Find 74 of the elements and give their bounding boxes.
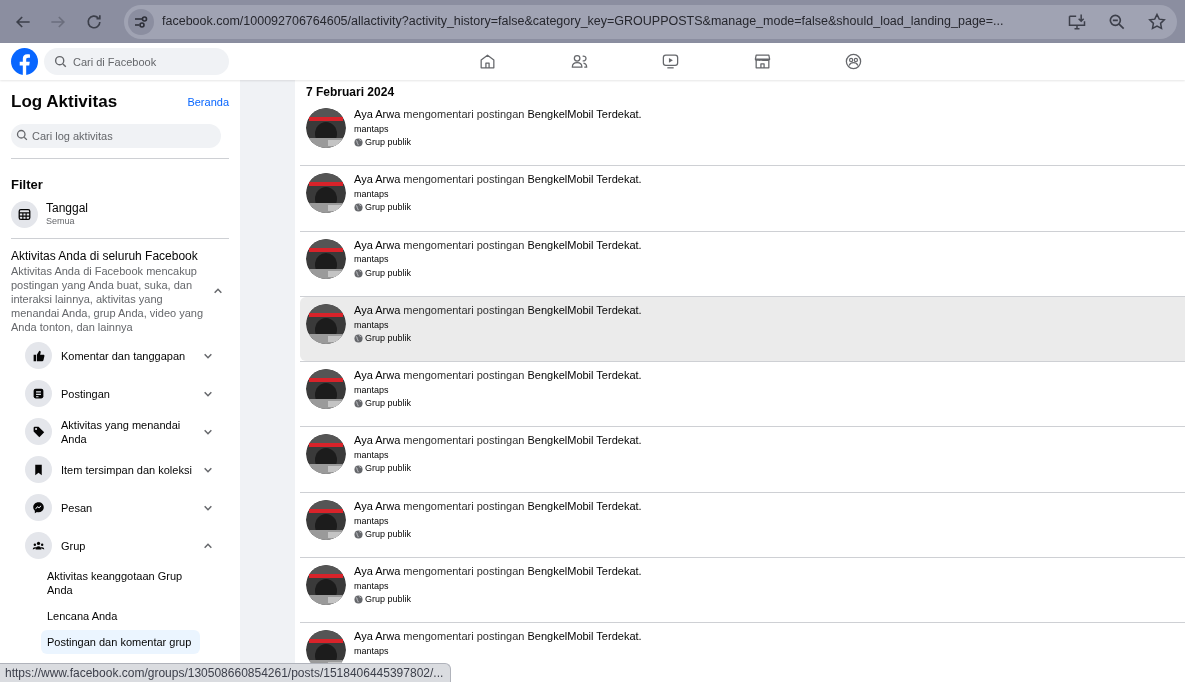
activity-text[interactable]: Aya Arwa mengomentari postingan BengkelMobil Terdekat. (354, 565, 642, 579)
chevron-up-icon[interactable] (213, 286, 223, 296)
globe-icon (354, 334, 363, 343)
comment-text: mantaps (354, 450, 390, 462)
site-info-icon[interactable] (128, 8, 154, 35)
search-field[interactable]: Cari log aktivitas (11, 124, 221, 148)
section-description: Aktivitas Anda di Facebook mencakup postingan yang Anda buat, suka, dan interaksi lainnya, aktivitas yang menandai Anda, grup Anda, video yang Anda tonton, dan lainnya (11, 263, 205, 334)
messenger-icon (25, 494, 52, 521)
category-item[interactable]: Komentar dan tanggapan (11, 339, 229, 372)
activity-text[interactable]: Aya Arwa mengomentari postingan BengkelMobil Terdekat. (354, 499, 642, 514)
activity-text[interactable]: Aya Arwa mengomentari postingan BengkelMobil Terdekat. (354, 303, 642, 318)
globe-icon (354, 399, 363, 409)
filter-value: Semua (46, 215, 76, 228)
activity-row[interactable]: Aya Arwa mengomentari postingan BengkelMobil Terdekat. mantaps Grup publik (300, 295, 1185, 362)
home-icon[interactable] (478, 52, 497, 71)
section-title: Aktivitas Anda di seluruh Facebook (11, 248, 199, 264)
audience-label: Grup publik (365, 594, 412, 606)
search-icon (54, 55, 67, 68)
activity-text[interactable]: Aya Arwa mengomentari postingan BengkelMobil Terdekat. (354, 630, 642, 645)
calendar-icon (11, 200, 38, 228)
friends-icon[interactable] (569, 52, 589, 71)
category-item[interactable]: Aktivitas yang menandai Anda (11, 415, 229, 448)
audience-label: Grup publik (365, 398, 412, 410)
home-link[interactable]: Beranda (187, 93, 229, 110)
comment-text: mantaps (354, 515, 390, 527)
comment-text: mantaps (354, 384, 390, 397)
search-icon (16, 129, 28, 141)
group-icon (25, 532, 52, 559)
activity-text[interactable]: Aya Arwa mengomentari postingan BengkelMobil Terdekat. (354, 238, 642, 253)
globe-icon (354, 203, 363, 213)
globe-icon (354, 464, 363, 474)
date-filter[interactable]: Tanggal Semua (11, 200, 229, 228)
audience-label: Grup publik (365, 267, 412, 279)
globe-icon (354, 529, 363, 539)
like-icon (25, 342, 52, 369)
comment-text: mantaps (354, 319, 390, 331)
category-item[interactable]: Pesan (11, 491, 229, 524)
globe-icon (354, 138, 363, 148)
facebook-logo-icon[interactable] (11, 48, 38, 75)
globe-icon (354, 595, 363, 605)
audience-label: Grup publik (365, 202, 412, 214)
subcategory-item[interactable]: Postingan dan komentar grup (41, 629, 200, 654)
tag-icon (25, 418, 52, 445)
filter-label: Tanggal (46, 200, 89, 216)
page-title: Log Aktivitas (11, 92, 118, 112)
globe-icon (354, 268, 363, 278)
search-field[interactable]: Cari di Facebook (44, 48, 229, 75)
activity-text[interactable]: Aya Arwa mengomentari postingan BengkelMobil Terdekat. (354, 108, 642, 122)
bookmark-icon (25, 456, 52, 483)
category-item[interactable]: Grup (11, 529, 229, 562)
audience-label: Grup publik (365, 528, 412, 541)
address-bar[interactable]: facebook.com/100092706764605/allactivity?activity_history=false&category_key=GROUPPOSTS&manage_mode=false&should_load_landing_page=... (124, 4, 1177, 39)
category-item[interactable]: Item tersimpan dan koleksi (11, 453, 229, 486)
comment-text: mantaps (354, 646, 390, 658)
date-heading: 7 Februari 2024 (305, 84, 396, 100)
gaming-icon[interactable] (844, 52, 863, 71)
store-icon[interactable] (752, 52, 772, 71)
activity-text[interactable]: Aya Arwa mengomentari postingan BengkelMobil Terdekat. (354, 173, 642, 188)
filter-heading: Filter (11, 176, 44, 194)
comment-text: mantaps (354, 123, 390, 135)
status-bar: https://www.facebook.com/groups/130508660854261/posts/1518406445397802/... (0, 663, 451, 682)
comment-text: mantaps (354, 189, 390, 201)
comment-text: mantaps (354, 580, 390, 593)
url-text: facebook.com/100092706764605/allactivity?activity_history=false&category_key=GROUPPOSTS&manage_mode=false&should_load_landing_page=... (162, 13, 1004, 31)
category-item[interactable]: Postingan (11, 377, 229, 410)
post-icon (25, 380, 52, 407)
video-icon[interactable] (661, 52, 680, 71)
audience-label: Grup publik (365, 137, 412, 149)
comment-text: mantaps (354, 254, 390, 266)
audience-label: Grup publik (365, 463, 412, 475)
bookmark-star-icon[interactable] (1147, 11, 1167, 32)
activity-text[interactable]: Aya Arwa mengomentari postingan BengkelMobil Terdekat. (354, 434, 642, 449)
audience-label: Grup publik (365, 332, 412, 345)
activity-text[interactable]: Aya Arwa mengomentari postingan BengkelMobil Terdekat. (354, 369, 642, 383)
